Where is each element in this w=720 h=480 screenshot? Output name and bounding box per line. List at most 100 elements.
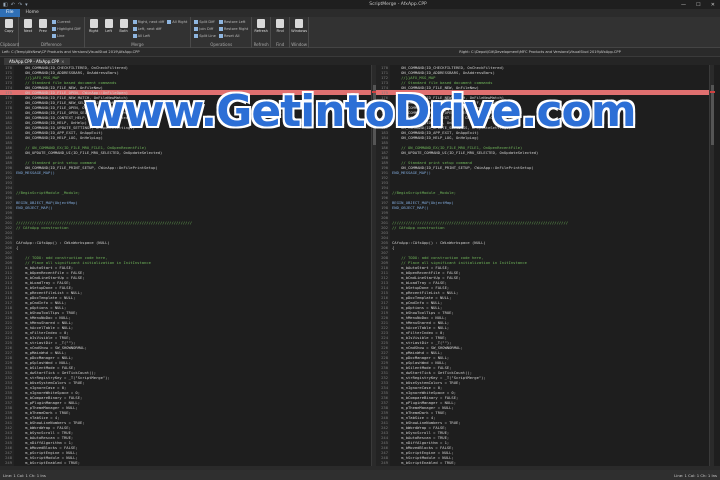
line-text: END_MESSAGE_MAP()	[392, 170, 431, 175]
split-diff-label: Split Diff	[199, 20, 215, 24]
left-label: Left	[105, 29, 112, 33]
ribbon-group-label: Window	[291, 42, 308, 47]
join-diff-label: Join Diff	[199, 27, 214, 31]
highlight-diff-icon	[52, 27, 56, 31]
tab-home[interactable]: Home	[20, 9, 45, 17]
restore-right-label: Restore Right	[223, 27, 249, 31]
restore-right-button[interactable]: Restore Right	[218, 26, 249, 32]
ribbon: Copy Clipboard Next Prev Current Highlight Di…	[0, 17, 720, 48]
current-button[interactable]: Current	[52, 19, 81, 25]
ribbon-group-merge: Right Left Both Right, next diff Left, next …	[85, 17, 192, 48]
line-text: CAfxApp::CAfxApp() : CWinWorkspace (NULL…	[16, 240, 110, 245]
ribbon-group-difference: Next Prev Current Highlight Diff Line Differe…	[19, 17, 85, 48]
next-icon	[24, 19, 32, 28]
line-text: END_MESSAGE_MAP()	[16, 170, 55, 175]
line-label: Line	[57, 34, 65, 38]
right-next-diff-button[interactable]: Right, next diff	[132, 19, 165, 25]
left-icon	[104, 19, 113, 28]
line-number: 249	[5, 460, 12, 465]
code-line: 249 m_bScriptEnabled = TRUE;	[0, 460, 371, 465]
ribbon-group-label: Find	[276, 42, 285, 47]
refresh-icon	[257, 19, 266, 28]
minimize-button[interactable]: —	[681, 2, 686, 8]
ribbon-group-operations: Split Diff Join Diff Split Line Restore Lef…	[191, 17, 253, 48]
restore-right-icon	[218, 27, 223, 31]
quick-access-toolbar: ◧ ↶ ↷ ▾	[0, 2, 120, 8]
split-line-icon	[194, 34, 199, 38]
reset-all-icon	[218, 34, 223, 38]
line-button[interactable]: Line	[52, 33, 81, 39]
close-tab-icon[interactable]: ×	[61, 59, 64, 64]
watermark-text: www.GetintoDrive.com	[84, 86, 636, 137]
all-right-button[interactable]: All Right	[167, 19, 187, 25]
right-file-path: Right: C:\Depot\Git\Development\MFC Prod…	[459, 50, 621, 54]
line-text: END_OBJECT_MAP()	[392, 205, 429, 210]
join-diff-button[interactable]: Join Diff	[194, 26, 216, 32]
ribbon-group-window: Windows Window	[290, 17, 310, 48]
quick-access-icon[interactable]: ▾	[25, 2, 28, 8]
all-right-label: All Right	[172, 20, 188, 24]
ribbon-group-label: Difference	[40, 42, 62, 47]
document-tab-label: AfxApp.CPP - AfxApp.CPP	[9, 59, 60, 64]
quick-access-icon[interactable]: ↶	[11, 2, 15, 8]
find-label: Find	[276, 29, 284, 33]
close-button[interactable]: ✕	[711, 2, 715, 8]
left-status-text: Line: 1 Col: 1 Ch: 1 Ins	[3, 472, 46, 478]
prev-icon	[39, 19, 47, 28]
left-next-diff-label: Left, next diff	[137, 27, 162, 31]
title-bar: ◧ ↶ ↷ ▾ ScriptMerge - AfxApp.CPP — ☐ ✕	[0, 0, 720, 9]
next-label: Next	[23, 29, 33, 33]
line-number: 249	[381, 460, 388, 465]
left-file-path: Left: C:\Temp\AfxNew\CP Products and Ver…	[2, 50, 140, 54]
highlight-diff-label: Highlight Diff	[57, 27, 81, 31]
quick-access-icon[interactable]: ↷	[18, 2, 22, 8]
line-text: //BeginScriptModule _Module;	[392, 190, 457, 195]
ribbon-group-label: Clipboard	[0, 42, 20, 47]
right-icon	[89, 19, 98, 28]
reset-all-button[interactable]: Reset All	[218, 33, 248, 39]
line-text: m_bScriptEnabled = TRUE;	[392, 460, 457, 465]
document-tab[interactable]: AfxApp.CPP - AfxApp.CPP ×	[4, 58, 70, 65]
right-next-diff-icon	[132, 20, 137, 24]
find-icon	[276, 19, 285, 28]
right-status-text: Line: 1 Col: 1 Ch: 1 Ins	[674, 472, 717, 478]
both-icon	[119, 19, 128, 28]
line-text: //BeginScriptModule _Module;	[16, 190, 81, 195]
line-text: m_bScriptEnabled = TRUE;	[16, 460, 81, 465]
all-left-button[interactable]: All Left	[132, 33, 165, 39]
all-left-icon	[132, 34, 137, 38]
refresh-label: Refresh	[254, 29, 268, 33]
windows-icon	[295, 19, 304, 28]
windows-label: Windows	[291, 29, 308, 33]
both-label: Both	[119, 29, 128, 33]
status-bar: Line: 1 Col: 1 Ch: 1 Ins Line: 1 Col: 1 …	[0, 470, 720, 480]
line-text: END_OBJECT_MAP()	[16, 205, 53, 210]
left-next-diff-icon	[132, 27, 137, 31]
prev-label: Prev	[39, 29, 47, 33]
path-bar: Left: C:\Temp\AfxNew\CP Products and Ver…	[0, 48, 720, 57]
left-next-diff-button[interactable]: Left, next diff	[132, 26, 165, 32]
line-text: ON_UPDATE_COMMAND_UI(ID_FILE_MRU_SELECTE…	[16, 150, 163, 155]
split-diff-button[interactable]: Split Diff	[194, 19, 216, 25]
restore-left-label: Restore Left	[223, 20, 246, 24]
ribbon-group-find: Find Find	[271, 17, 291, 48]
line-text: CAfxApp::CAfxApp() : CWinWorkspace (NULL…	[392, 240, 486, 245]
line-text: // CAfxApp construction	[16, 225, 69, 230]
split-line-button[interactable]: Split Line	[194, 33, 216, 39]
highlight-diff-button[interactable]: Highlight Diff	[52, 26, 81, 32]
right-next-diff-label: Right, next diff	[137, 20, 165, 24]
copy-icon	[5, 19, 13, 28]
maximize-button[interactable]: ☐	[696, 2, 700, 8]
quick-access-icon[interactable]: ◧	[3, 2, 8, 8]
right-label: Right	[88, 29, 99, 33]
restore-left-button[interactable]: Restore Left	[218, 19, 248, 25]
split-diff-icon	[194, 20, 199, 24]
all-right-icon	[167, 20, 172, 24]
line-text: // CAfxApp construction	[392, 225, 445, 230]
ribbon-group-label: Refresh	[253, 42, 269, 47]
window-controls: — ☐ ✕	[676, 2, 720, 8]
current-label: Current	[57, 20, 71, 24]
ribbon-tabs: File Home	[0, 9, 720, 17]
tab-file[interactable]: File	[0, 9, 20, 17]
ribbon-group-refresh: Refresh Refresh	[252, 17, 272, 48]
